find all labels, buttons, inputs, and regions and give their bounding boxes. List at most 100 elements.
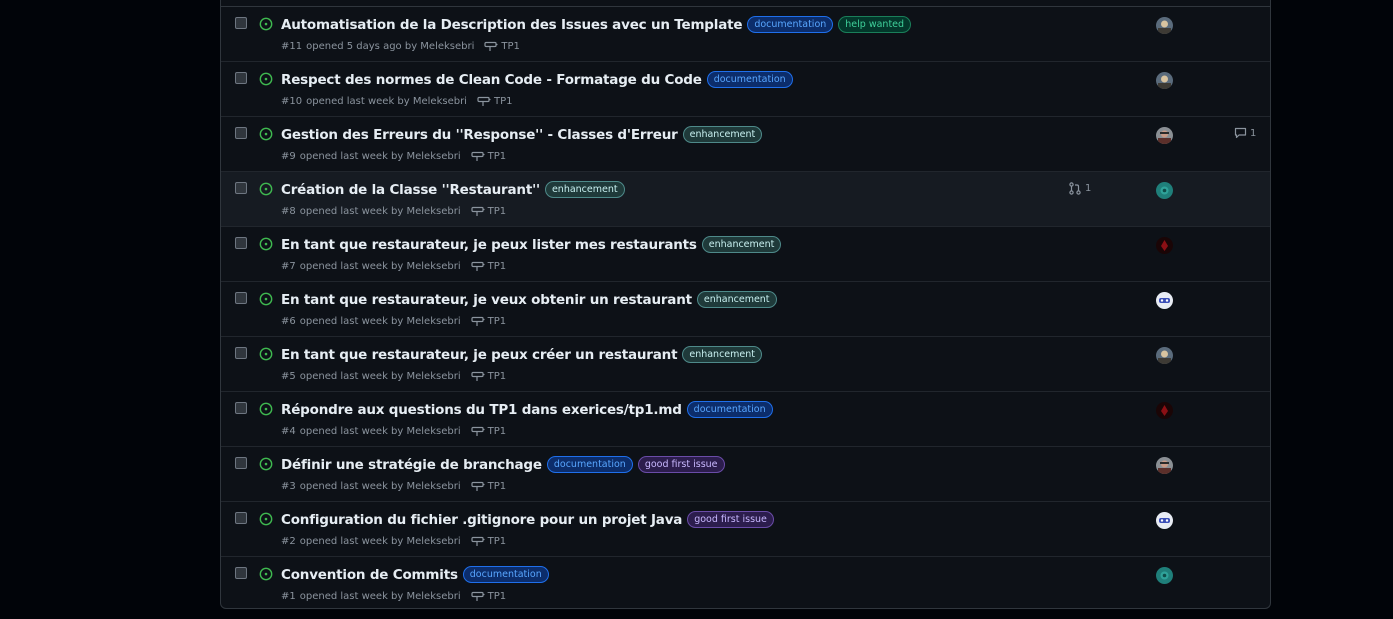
milestone-icon [477, 96, 491, 106]
label-enhancement[interactable]: enhancement [682, 126, 763, 143]
milestone-link[interactable]: TP1 [471, 370, 507, 382]
select-checkbox[interactable] [235, 182, 247, 194]
label-good-first-issue[interactable]: good first issue [687, 511, 774, 528]
issue-meta: #4 opened last week by Meleksebri TP1 [281, 425, 506, 437]
assignee-avatar[interactable] [1156, 17, 1173, 34]
issue-row[interactable]: En tant que restaurateur, je peux lister… [221, 227, 1270, 282]
issue-title-link[interactable]: En tant que restaurateur, je veux obteni… [281, 292, 692, 308]
issue-title-link[interactable]: Convention de Commits [281, 567, 458, 583]
label-help-wanted[interactable]: help wanted [838, 16, 912, 33]
issue-row[interactable]: Automatisation de la Description des Iss… [221, 7, 1270, 62]
issue-title-link[interactable]: Respect des normes de Clean Code - Forma… [281, 72, 702, 88]
select-checkbox[interactable] [235, 457, 247, 469]
comments-link[interactable]: 1 [1234, 127, 1256, 139]
select-checkbox[interactable] [235, 347, 247, 359]
assignee-avatar[interactable] [1156, 402, 1173, 419]
milestone-label[interactable]: TP1 [488, 261, 507, 272]
label-documentation[interactable]: documentation [706, 71, 793, 88]
milestone-link[interactable]: TP1 [471, 315, 507, 327]
assignee-avatar[interactable] [1156, 127, 1173, 144]
milestone-label[interactable]: TP1 [488, 151, 507, 162]
issue-title-link[interactable]: En tant que restaurateur, je peux lister… [281, 237, 697, 253]
issue-open-icon [259, 127, 273, 141]
issue-opened-by: opened last week by Meleksebri [299, 590, 461, 602]
milestone-label[interactable]: TP1 [488, 371, 507, 382]
select-checkbox[interactable] [235, 402, 247, 414]
milestone-link[interactable]: TP1 [471, 205, 507, 217]
assignee-avatar[interactable] [1156, 512, 1173, 529]
milestone-link[interactable]: TP1 [484, 40, 520, 52]
issue-open-icon [259, 567, 273, 581]
milestone-link[interactable]: TP1 [471, 590, 507, 602]
issue-title-link[interactable]: Création de la Classe ''Restaurant'' [281, 182, 540, 198]
assignee-avatar[interactable] [1156, 457, 1173, 474]
milestone-label[interactable]: TP1 [488, 591, 507, 602]
label-enhancement[interactable]: enhancement [682, 346, 762, 363]
issue-title-link[interactable]: Configuration du fichier .gitignore pour… [281, 512, 682, 528]
milestone-link[interactable]: TP1 [471, 150, 507, 162]
issue-opened-by: opened last week by Meleksebri [306, 95, 467, 107]
milestone-link[interactable]: TP1 [471, 480, 507, 492]
issue-meta: #6 opened last week by Meleksebri TP1 [281, 315, 506, 327]
issue-number: #2 [281, 535, 296, 547]
assignee-avatar[interactable] [1156, 182, 1173, 199]
select-checkbox[interactable] [235, 512, 247, 524]
label-documentation[interactable]: documentation [546, 456, 633, 473]
milestone-link[interactable]: TP1 [471, 425, 507, 437]
select-checkbox[interactable] [235, 72, 247, 84]
select-checkbox[interactable] [235, 292, 247, 304]
issue-row[interactable]: Gestion des Erreurs du ''Response'' - Cl… [221, 117, 1270, 172]
issue-title-line: Respect des normes de Clean Code - Forma… [281, 71, 793, 88]
comment-count: 1 [1250, 127, 1257, 139]
label-documentation[interactable]: documentation [686, 401, 773, 418]
select-checkbox[interactable] [235, 127, 247, 139]
label-enhancement[interactable]: enhancement [696, 291, 777, 308]
label-enhancement[interactable]: enhancement [701, 236, 782, 253]
milestone-label[interactable]: TP1 [488, 206, 507, 217]
milestone-link[interactable]: TP1 [471, 260, 507, 272]
issue-row[interactable]: Création de la Classe ''Restaurant'' enh… [221, 172, 1270, 227]
label-enhancement[interactable]: enhancement [544, 181, 625, 198]
assignee-avatar[interactable] [1156, 292, 1173, 309]
milestone-label[interactable]: TP1 [501, 41, 520, 52]
assignee-avatar[interactable] [1156, 347, 1173, 364]
issue-row[interactable]: Répondre aux questions du TP1 dans exeri… [221, 392, 1270, 447]
select-checkbox[interactable] [235, 237, 247, 249]
label-documentation[interactable]: documentation [462, 566, 549, 583]
milestone-label[interactable]: TP1 [488, 426, 507, 437]
milestone-icon [471, 316, 485, 326]
issue-title-link[interactable]: Répondre aux questions du TP1 dans exeri… [281, 402, 682, 418]
label-documentation[interactable]: documentation [747, 16, 834, 33]
milestone-link[interactable]: TP1 [471, 535, 507, 547]
issue-meta: #11 opened 5 days ago by Meleksebri TP1 [281, 40, 520, 52]
issue-title-link[interactable]: En tant que restaurateur, je peux créer … [281, 347, 678, 363]
milestone-icon [471, 591, 485, 601]
issue-row[interactable]: En tant que restaurateur, je peux créer … [221, 337, 1270, 392]
milestone-label[interactable]: TP1 [488, 481, 507, 492]
assignee-avatar[interactable] [1156, 72, 1173, 89]
issue-row[interactable]: Configuration du fichier .gitignore pour… [221, 502, 1270, 557]
select-checkbox[interactable] [235, 17, 247, 29]
milestone-link[interactable]: TP1 [477, 95, 513, 107]
issue-row[interactable]: Respect des normes de Clean Code - Forma… [221, 62, 1270, 117]
milestone-label[interactable]: TP1 [488, 536, 507, 547]
milestone-label[interactable]: TP1 [488, 316, 507, 327]
issue-meta: #5 opened last week by Meleksebri TP1 [281, 370, 506, 382]
issue-row[interactable]: Convention de Commits documentation #1 o… [221, 557, 1270, 611]
issue-row[interactable]: En tant que restaurateur, je veux obteni… [221, 282, 1270, 337]
milestone-label[interactable]: TP1 [494, 96, 513, 107]
issue-title-link[interactable]: Automatisation de la Description des Iss… [281, 17, 743, 33]
comment-icon [1234, 127, 1247, 139]
label-good-first-issue[interactable]: good first issue [637, 456, 725, 473]
list-top-divider [221, 0, 1270, 7]
select-checkbox[interactable] [235, 567, 247, 579]
issue-title-link[interactable]: Gestion des Erreurs du ''Response'' - Cl… [281, 127, 678, 143]
issue-open-icon [259, 512, 273, 526]
milestone-icon [471, 426, 485, 436]
issue-row[interactable]: Définir une stratégie de branchage docum… [221, 447, 1270, 502]
issue-opened-by: opened last week by Meleksebri [299, 370, 461, 382]
issue-title-link[interactable]: Définir une stratégie de branchage [281, 457, 542, 473]
linked-pull-requests[interactable]: 1 [1069, 182, 1091, 195]
assignee-avatar[interactable] [1156, 567, 1173, 584]
assignee-avatar[interactable] [1156, 237, 1173, 254]
